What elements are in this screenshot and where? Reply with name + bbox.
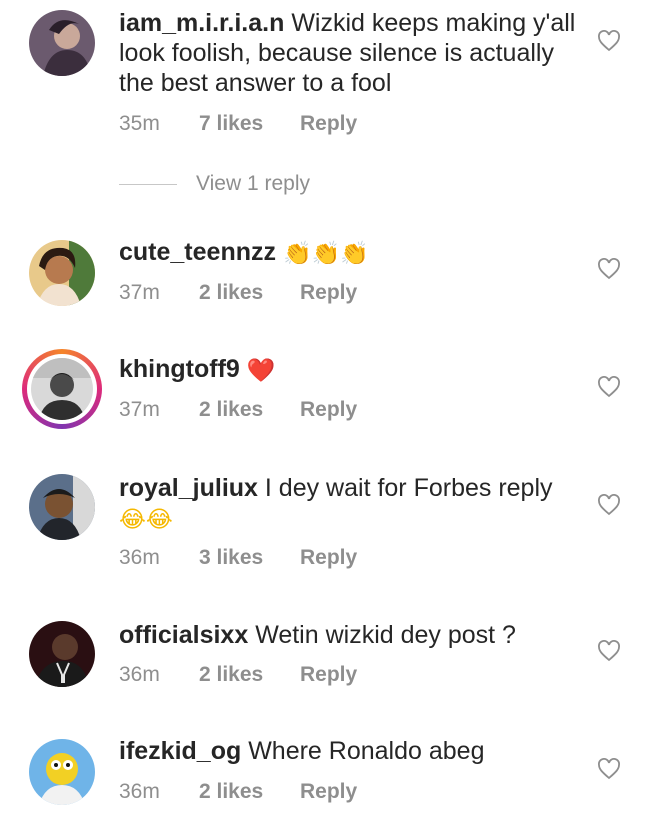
comment-meta: 37m 2 likes Reply: [119, 281, 357, 305]
comment-username[interactable]: iam_m.i.r.i.a.n: [119, 9, 284, 37]
view-replies-label: View 1 reply: [196, 172, 311, 195]
clapping-hands-emoji: 👏👏👏: [282, 239, 369, 266]
comment-body: Where Ronaldo abeg: [248, 737, 485, 765]
comment-text-block: cute_teennzz 👏👏👏: [119, 237, 589, 267]
avatar: [31, 358, 93, 420]
comment-text-block: iam_m.i.r.i.a.n Wizkid keeps making y'al…: [119, 8, 589, 98]
comment-likes[interactable]: 7 likes: [199, 112, 300, 136]
avatar-ring-gap: [27, 354, 97, 424]
comment-text-block: ifezkid_og Where Ronaldo abeg: [119, 736, 589, 766]
like-heart-icon[interactable]: [597, 30, 621, 52]
comment-likes[interactable]: 2 likes: [199, 281, 300, 305]
reply-button[interactable]: Reply: [300, 546, 357, 570]
like-heart-icon[interactable]: [597, 640, 621, 662]
comment-time: 36m: [119, 780, 160, 803]
comment-body: Wetin wizkid dey post ?: [255, 621, 516, 649]
like-heart-icon[interactable]: [597, 258, 621, 280]
reply-button[interactable]: Reply: [300, 112, 357, 136]
like-heart-icon[interactable]: [597, 494, 621, 516]
like-heart-icon[interactable]: [597, 376, 621, 398]
reply-button[interactable]: Reply: [300, 281, 357, 305]
comment-meta: 36m 2 likes Reply: [119, 663, 357, 687]
view-replies-button[interactable]: View 1 reply: [119, 172, 310, 196]
comment-text-block: officialsixx Wetin wizkid dey post ?: [119, 620, 589, 650]
reply-button[interactable]: Reply: [300, 780, 357, 804]
comment-body: I dey wait for Forbes reply: [264, 474, 553, 502]
comment-time: 37m: [119, 281, 160, 304]
comment-username[interactable]: ifezkid_og: [119, 737, 241, 765]
comment-likes[interactable]: 3 likes: [199, 546, 300, 570]
comment-meta: 35m 7 likes Reply: [119, 112, 357, 136]
comment-likes[interactable]: 2 likes: [199, 663, 300, 687]
avatar[interactable]: [29, 621, 95, 687]
comment-text-block: royal_juliux I dey wait for Forbes reply…: [119, 473, 589, 533]
avatar[interactable]: [29, 739, 95, 805]
comment-likes[interactable]: 2 likes: [199, 780, 300, 804]
comment-username[interactable]: royal_juliux: [119, 474, 258, 502]
profile-photo-icon: [29, 739, 95, 805]
red-heart-emoji: ❤️: [246, 356, 276, 383]
comment-username[interactable]: cute_teennzz: [119, 238, 276, 266]
comment-time: 35m: [119, 112, 160, 135]
comment-time: 37m: [119, 398, 160, 421]
reply-button[interactable]: Reply: [300, 398, 357, 422]
profile-photo-icon: [29, 621, 95, 687]
avatar[interactable]: [29, 240, 95, 306]
comment-meta: 36m 2 likes Reply: [119, 780, 357, 804]
profile-photo-icon: [29, 474, 95, 540]
profile-photo-icon: [29, 240, 95, 306]
avatar-story-ring[interactable]: [22, 349, 102, 429]
comment-meta: 37m 2 likes Reply: [119, 398, 357, 422]
profile-photo-icon: [29, 10, 95, 76]
comment-time: 36m: [119, 546, 160, 569]
divider: [119, 183, 177, 185]
comment-text-block: khingtoff9 ❤️: [119, 354, 589, 384]
avatar[interactable]: [29, 474, 95, 540]
comment-meta: 36m 3 likes Reply: [119, 546, 357, 570]
avatar[interactable]: [29, 10, 95, 76]
comment-time: 36m: [119, 663, 160, 686]
laughing-face-emoji: 😂😂: [119, 505, 173, 532]
comment-username[interactable]: khingtoff9: [119, 355, 240, 383]
like-heart-icon[interactable]: [597, 758, 621, 780]
profile-photo-icon: [31, 358, 93, 420]
comment-likes[interactable]: 2 likes: [199, 398, 300, 422]
comment-username[interactable]: officialsixx: [119, 621, 248, 649]
reply-button[interactable]: Reply: [300, 663, 357, 687]
